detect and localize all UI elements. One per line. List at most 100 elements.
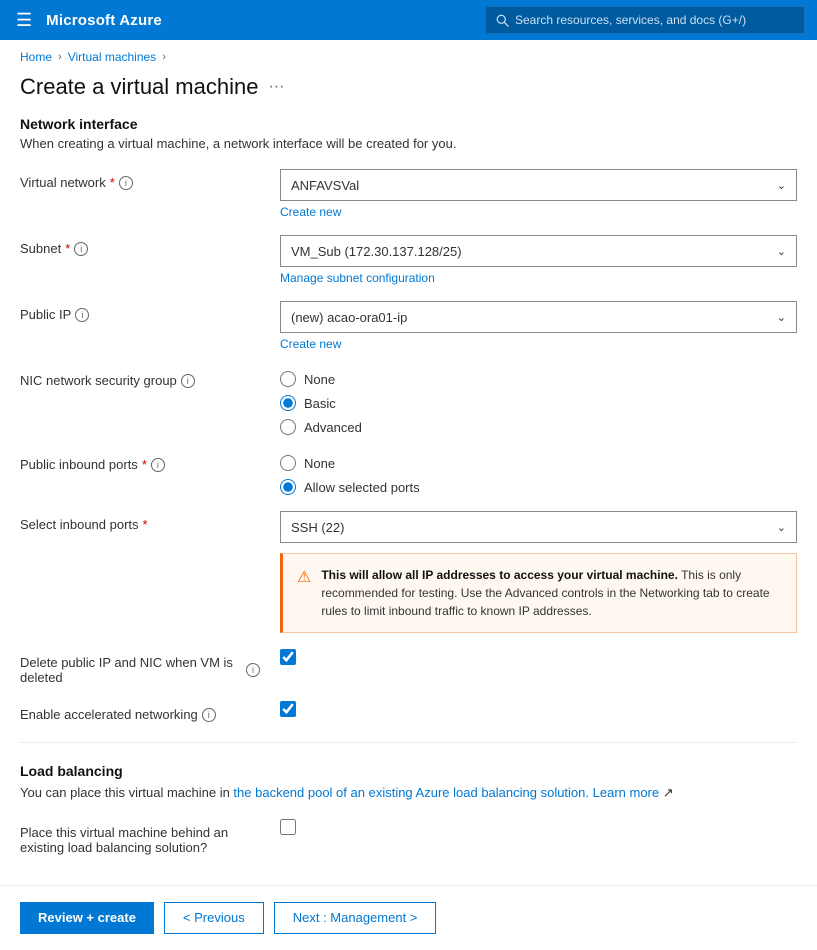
load-balancing-desc: You can place this virtual machine in th… (20, 783, 797, 803)
inbound-ports-radio-group: None Allow selected ports (280, 451, 797, 495)
nic-nsg-advanced-radio[interactable] (280, 419, 296, 435)
nic-nsg-advanced-option[interactable]: Advanced (280, 419, 797, 435)
search-input[interactable] (515, 13, 794, 27)
public-ip-info-icon[interactable]: i (75, 308, 89, 322)
breadcrumb: Home › Virtual machines › (0, 40, 817, 70)
subnet-control: VM_Sub (172.30.137.128/25) ⌄ Manage subn… (280, 235, 797, 285)
nic-nsg-basic-option[interactable]: Basic (280, 395, 797, 411)
public-inbound-ports-label: Public inbound ports * i (20, 451, 260, 472)
network-interface-desc: When creating a virtual machine, a netwo… (20, 136, 797, 151)
warning-icon: ⚠ (297, 567, 311, 620)
select-inbound-ports-control: SSH (22) ⌄ ⚠ This will allow all IP addr… (280, 511, 797, 633)
accelerated-networking-control (280, 701, 797, 717)
public-inbound-ports-row: Public inbound ports * i None Allow sele… (20, 451, 797, 495)
nic-nsg-basic-label: Basic (304, 396, 336, 411)
manage-subnet-link[interactable]: Manage subnet configuration (280, 271, 435, 285)
app-title: Microsoft Azure (46, 12, 162, 29)
nic-nsg-none-option[interactable]: None (280, 371, 797, 387)
inbound-none-label: None (304, 456, 335, 471)
network-interface-title: Network interface (20, 116, 797, 132)
nic-nsg-none-label: None (304, 372, 335, 387)
nic-nsg-label: NIC network security group i (20, 367, 260, 388)
dropdown-arrow-icon: ⌄ (777, 179, 786, 192)
load-balancing-section: Load balancing You can place this virtua… (20, 763, 797, 855)
nic-nsg-info-icon[interactable]: i (181, 374, 195, 388)
public-ip-dropdown[interactable]: (new) acao-ora01-ip ⌄ (280, 301, 797, 333)
nic-nsg-none-radio[interactable] (280, 371, 296, 387)
subnet-dropdown[interactable]: VM_Sub (172.30.137.128/25) ⌄ (280, 235, 797, 267)
subnet-dropdown-arrow: ⌄ (777, 245, 786, 258)
subnet-info-icon[interactable]: i (74, 242, 88, 256)
virtual-network-create-new[interactable]: Create new (280, 205, 341, 219)
delete-public-ip-checkbox-item[interactable] (280, 649, 797, 665)
page-title: Create a virtual machine (20, 74, 258, 100)
network-interface-section: Network interface When creating a virtua… (20, 116, 797, 722)
inbound-ports-dropdown-arrow: ⌄ (777, 521, 786, 534)
accelerated-networking-checkbox[interactable] (280, 701, 296, 717)
virtual-network-dropdown[interactable]: ANFAVSVal ⌄ (280, 169, 797, 201)
accelerated-networking-info-icon[interactable]: i (202, 708, 216, 722)
topnav: ☰ Microsoft Azure (0, 0, 817, 40)
public-ip-label: Public IP i (20, 301, 260, 322)
load-balancing-pool-link[interactable]: the backend pool of an existing Azure lo… (233, 785, 589, 800)
accelerated-networking-row: Enable accelerated networking i (20, 701, 797, 722)
virtual-network-label: Virtual network * i (20, 169, 260, 190)
inbound-allow-option[interactable]: Allow selected ports (280, 479, 797, 495)
virtual-network-info-icon[interactable]: i (119, 176, 133, 190)
nic-nsg-control: None Basic Advanced (280, 367, 797, 435)
review-create-button[interactable]: Review + create (20, 902, 154, 934)
breadcrumb-sep2: › (162, 51, 166, 63)
place-load-balancer-control (280, 819, 797, 835)
breadcrumb-home[interactable]: Home (20, 50, 52, 64)
section-divider (20, 742, 797, 743)
select-inbound-ports-row: Select inbound ports * SSH (22) ⌄ ⚠ This… (20, 511, 797, 633)
virtual-network-row: Virtual network * i ANFAVSVal ⌄ Create n… (20, 169, 797, 219)
select-ports-required: * (143, 517, 148, 532)
load-balancing-title: Load balancing (20, 763, 797, 779)
inbound-none-radio[interactable] (280, 455, 296, 471)
place-load-balancer-checkbox-item[interactable] (280, 819, 797, 835)
subnet-label: Subnet * i (20, 235, 260, 256)
select-inbound-ports-label: Select inbound ports * (20, 511, 260, 532)
more-options-icon[interactable]: ··· (268, 78, 284, 96)
breadcrumb-parent[interactable]: Virtual machines (68, 50, 157, 64)
public-ip-control: (new) acao-ora01-ip ⌄ Create new (280, 301, 797, 351)
public-inbound-ports-control: None Allow selected ports (280, 451, 797, 495)
search-icon (496, 14, 509, 27)
hamburger-icon[interactable]: ☰ (12, 6, 36, 35)
delete-public-ip-row: Delete public IP and NIC when VM is dele… (20, 649, 797, 685)
warning-box: ⚠ This will allow all IP addresses to ac… (280, 553, 797, 633)
nic-nsg-row: NIC network security group i None Basic (20, 367, 797, 435)
ports-required: * (142, 457, 147, 472)
previous-button[interactable]: < Previous (164, 902, 264, 934)
place-load-balancer-label: Place this virtual machine behind an exi… (20, 819, 260, 855)
delete-public-ip-label: Delete public IP and NIC when VM is dele… (20, 649, 260, 685)
nic-nsg-advanced-label: Advanced (304, 420, 362, 435)
search-bar[interactable] (485, 6, 805, 34)
select-inbound-ports-dropdown[interactable]: SSH (22) ⌄ (280, 511, 797, 543)
subnet-row: Subnet * i VM_Sub (172.30.137.128/25) ⌄ … (20, 235, 797, 285)
nic-nsg-radio-group: None Basic Advanced (280, 367, 797, 435)
accelerated-networking-checkbox-item[interactable] (280, 701, 797, 717)
public-ip-row: Public IP i (new) acao-ora01-ip ⌄ Create… (20, 301, 797, 351)
ports-info-icon[interactable]: i (151, 458, 165, 472)
delete-ip-info-icon[interactable]: i (246, 663, 260, 677)
public-ip-create-new[interactable]: Create new (280, 337, 341, 351)
subnet-required: * (65, 241, 70, 256)
warning-text: This will allow all IP addresses to acce… (321, 566, 782, 620)
nic-nsg-basic-radio[interactable] (280, 395, 296, 411)
public-ip-dropdown-arrow: ⌄ (777, 311, 786, 324)
accelerated-networking-label: Enable accelerated networking i (20, 701, 260, 722)
main-content: Network interface When creating a virtua… (0, 116, 817, 855)
delete-public-ip-checkbox[interactable] (280, 649, 296, 665)
page-header: Create a virtual machine ··· (0, 70, 817, 116)
inbound-none-option[interactable]: None (280, 455, 797, 471)
inbound-allow-radio[interactable] (280, 479, 296, 495)
virtual-network-control: ANFAVSVal ⌄ Create new (280, 169, 797, 219)
place-load-balancer-row: Place this virtual machine behind an exi… (20, 819, 797, 855)
delete-public-ip-control (280, 649, 797, 665)
place-load-balancer-checkbox[interactable] (280, 819, 296, 835)
next-button[interactable]: Next : Management > (274, 902, 437, 934)
learn-more-link[interactable]: Learn more (593, 785, 659, 800)
inbound-allow-label: Allow selected ports (304, 480, 420, 495)
